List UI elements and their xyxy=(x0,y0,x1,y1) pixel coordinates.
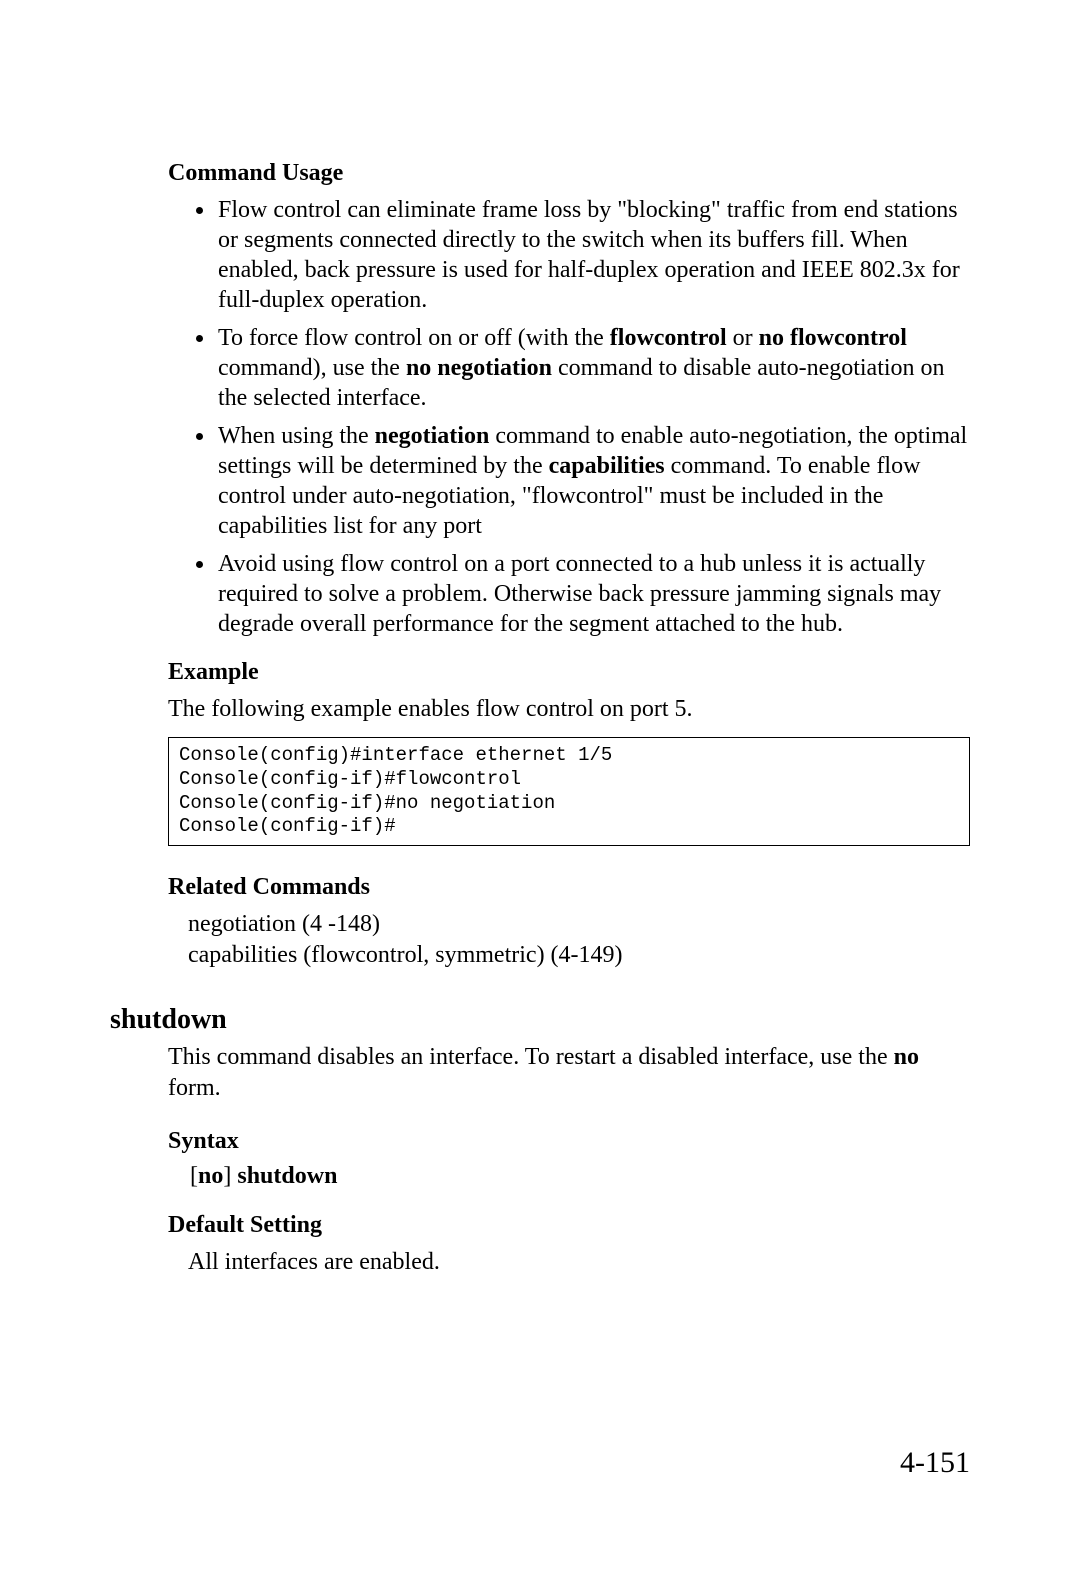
related-command-item: capabilities (flowcontrol, symmetric) (4… xyxy=(188,940,970,971)
heading-command-usage: Command Usage xyxy=(168,160,970,187)
text-fragment: form. xyxy=(168,1075,221,1101)
keyword-no: no xyxy=(894,1044,919,1070)
keyword-shutdown: shutdown xyxy=(237,1163,337,1189)
shutdown-description: This command disables an interface. To r… xyxy=(168,1042,970,1104)
list-item: When using the negotiation command to en… xyxy=(216,421,970,541)
related-commands-list: negotiation (4 -148) capabilities (flowc… xyxy=(188,909,970,971)
heading-example: Example xyxy=(168,659,970,686)
default-setting-text: All interfaces are enabled. xyxy=(188,1247,970,1278)
list-item: Flow control can eliminate frame loss by… xyxy=(216,195,970,315)
page-number: 4-151 xyxy=(900,1446,970,1480)
example-intro: The following example enables flow contr… xyxy=(168,694,970,725)
text-fragment: command), use the xyxy=(218,355,406,381)
text-fragment: When using the xyxy=(218,423,375,449)
keyword-no: no xyxy=(198,1163,223,1189)
command-title-shutdown: shutdown xyxy=(110,1004,970,1036)
heading-default-setting: Default Setting xyxy=(168,1212,970,1239)
keyword-capabilities: capabilities xyxy=(549,453,665,479)
page-content: Command Usage Flow control can eliminate… xyxy=(0,0,1080,1278)
list-item: To force flow control on or off (with th… xyxy=(216,323,970,413)
list-item: Avoid using flow control on a port conne… xyxy=(216,549,970,639)
related-command-item: negotiation (4 -148) xyxy=(188,909,970,940)
keyword-flowcontrol: flowcontrol xyxy=(610,325,727,351)
keyword-negotiation: negotiation xyxy=(375,423,490,449)
code-example: Console(config)#interface ethernet 1/5 C… xyxy=(168,737,970,846)
text-fragment: This command disables an interface. To r… xyxy=(168,1044,894,1070)
heading-related-commands: Related Commands xyxy=(168,874,970,901)
text-fragment: To force flow control on or off (with th… xyxy=(218,325,610,351)
heading-syntax: Syntax xyxy=(168,1128,970,1155)
keyword-no-negotiation: no negotiation xyxy=(406,355,552,381)
text-fragment: ] xyxy=(223,1163,237,1189)
text-fragment: [ xyxy=(190,1163,198,1189)
text-fragment: or xyxy=(727,325,759,351)
command-usage-list: Flow control can eliminate frame loss by… xyxy=(168,195,970,639)
keyword-no-flowcontrol: no flowcontrol xyxy=(759,325,907,351)
syntax-line: [no] shutdown xyxy=(190,1163,970,1190)
